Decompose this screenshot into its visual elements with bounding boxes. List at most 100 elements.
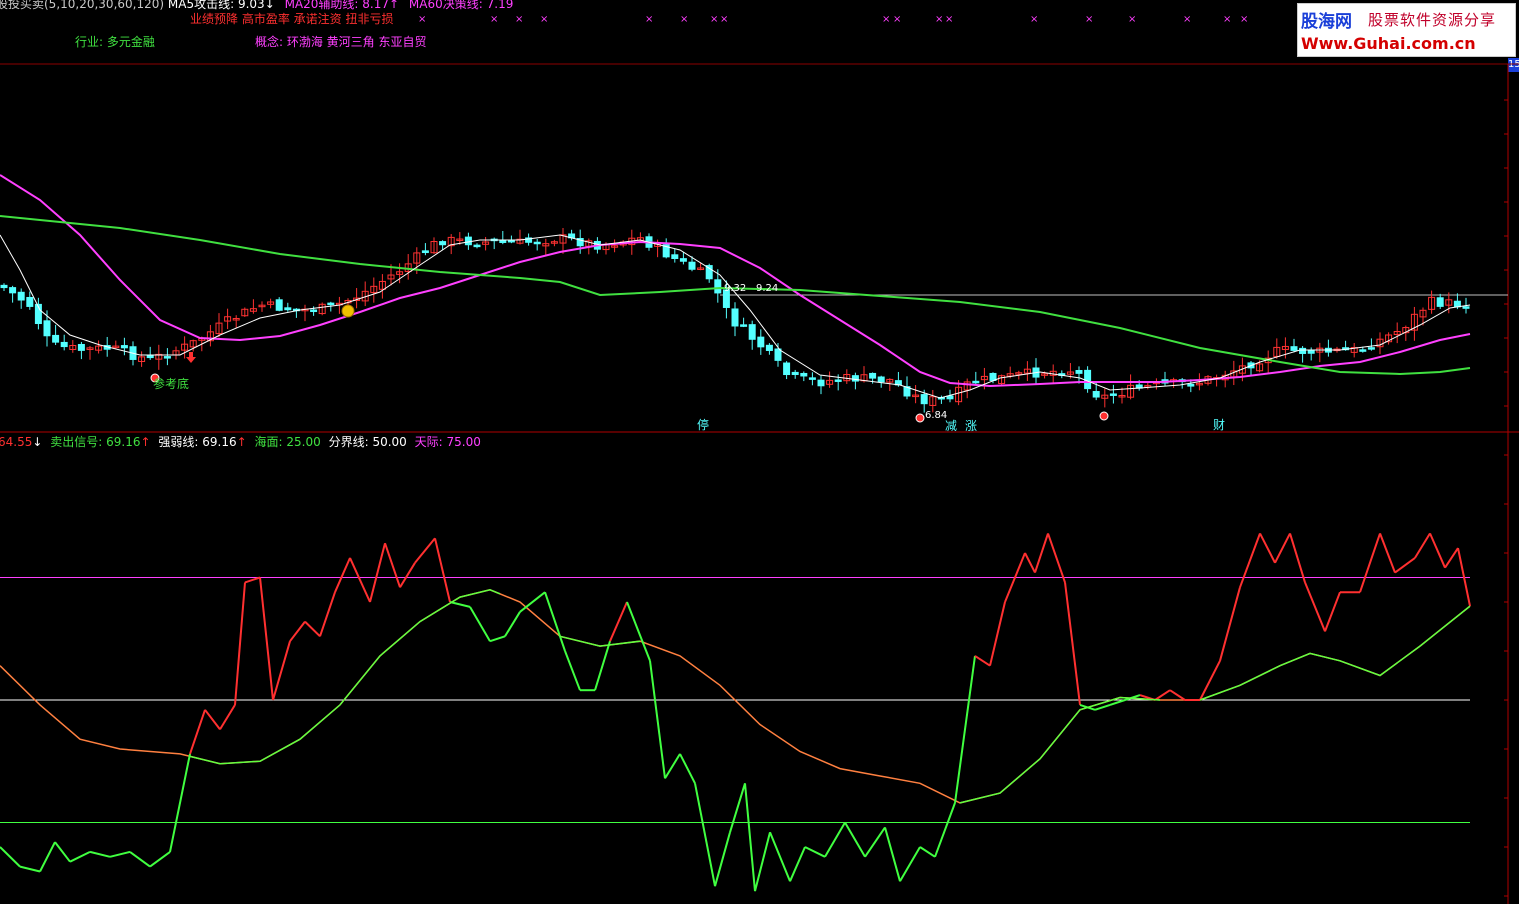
x-mark: ×: [882, 14, 890, 25]
sell-signal-segment: [564, 650, 581, 691]
candle-body: [817, 379, 825, 387]
sell-signal-segment: [664, 753, 681, 779]
sell-signal-segment: [919, 846, 936, 858]
sea-label: 海面:: [254, 435, 283, 449]
moving-averages: [0, 174, 1471, 423]
sell-signal-segment: [369, 542, 386, 603]
sell-signal-segment: [519, 591, 546, 613]
sell-signal-segment: [1034, 533, 1049, 573]
sell-signal-segment: [489, 635, 506, 643]
sell-signal-segment: [149, 851, 171, 868]
candle-body: [1367, 347, 1375, 350]
x-mark: ×: [710, 14, 718, 25]
candle-body: [1307, 349, 1315, 354]
candle-body: [791, 371, 799, 376]
strength-line-rising: [1199, 605, 1471, 701]
sell-signal-segment: [754, 832, 771, 892]
event-marker-suspend[interactable]: 停: [697, 418, 709, 432]
sell-signal-segment: [954, 655, 976, 804]
x-mark: ×: [418, 14, 426, 25]
candle-body: [765, 344, 773, 351]
sell-signal-value: 69.16: [106, 435, 141, 449]
candle-body: [60, 341, 68, 348]
sell-signal-segment: [649, 660, 666, 779]
x-mark: ×: [893, 14, 901, 25]
x-mark: ×: [680, 14, 688, 25]
candle-body: [851, 375, 859, 382]
strength-label: 强弱线:: [158, 435, 199, 449]
candle-body: [714, 279, 722, 294]
sell-signal-segment: [219, 704, 236, 730]
sell-signal-segment: [384, 542, 401, 588]
sell-signal-segment: [449, 601, 471, 608]
x-mark: ×: [1240, 14, 1248, 25]
sell-signal-segment: [304, 620, 321, 638]
strength-line-rising: [559, 635, 641, 647]
sell-signal-segment: [1239, 533, 1261, 588]
sell-signal-segment: [1154, 689, 1171, 701]
event-marker-reduce[interactable]: 减: [945, 419, 957, 433]
sell-signal-segment: [1359, 533, 1381, 593]
up-arrow-icon: ↑: [140, 435, 151, 449]
sell-signal-segment: [744, 783, 756, 892]
sell-signal-segment: [679, 753, 696, 784]
ma20-line: [0, 174, 1471, 388]
candle-body: [688, 261, 696, 270]
sell-signal-segment: [89, 850, 111, 858]
down-arrow-icon: ↓: [32, 435, 43, 449]
sell-signal-segment: [544, 591, 566, 652]
x-mark: ×: [935, 14, 943, 25]
sell-signal-segment: [69, 851, 91, 863]
x-mark: ×: [945, 14, 953, 25]
candle-body: [275, 299, 283, 311]
candle-body: [869, 372, 877, 379]
sell-signal-segment: [824, 821, 846, 858]
divider-value: 50.00: [372, 435, 407, 449]
candle-body: [421, 250, 429, 254]
candle-body: [284, 307, 292, 311]
event-marker-finance[interactable]: 财: [1213, 418, 1225, 432]
sell-signal-segment: [109, 850, 131, 858]
candle-body: [748, 324, 756, 340]
sell-signal-segment: [844, 821, 866, 858]
sell-signal-segment: [1064, 582, 1081, 706]
sell-signal-segment: [54, 841, 71, 863]
sell-signal-segment: [204, 709, 221, 731]
sell-signal-segment: [804, 846, 826, 858]
x-mark: ×: [540, 14, 548, 25]
row-markers: × × × × × × × × × × × × × × × × × ×: [418, 14, 1248, 25]
sell-signal-segment: [469, 606, 491, 642]
candle-body: [52, 334, 60, 343]
sea-value: 25.00: [286, 435, 321, 449]
candle-body: [146, 354, 154, 359]
candle-body: [757, 336, 765, 348]
smiley-icon: [341, 304, 355, 318]
candle-body: [972, 380, 980, 384]
candle-body: [783, 362, 791, 376]
sell-signal-segment: [434, 538, 451, 603]
sell-signal-segment: [626, 601, 651, 662]
event-marker-rise[interactable]: 涨: [965, 419, 977, 433]
sell-signal-segment: [1414, 532, 1431, 559]
sell-signal-segment: [1394, 557, 1416, 574]
chart-canvas[interactable]: × × × × × × × × × × × × × × × × × ×: [0, 0, 1519, 904]
sell-signal-segment: [1324, 591, 1341, 632]
strength-value: 69.16: [202, 435, 237, 449]
candle-body: [1075, 370, 1083, 374]
sell-signal-segment: [414, 537, 436, 564]
candle-body: [946, 395, 954, 400]
sell-signal-segment: [594, 640, 611, 691]
candle-body: [327, 302, 335, 306]
candle-body: [1290, 346, 1298, 351]
sell-signal-segment: [989, 601, 1006, 666]
candle-body: [533, 241, 541, 245]
sell-signal-segment: [234, 582, 246, 705]
sell-signal-segment: [769, 831, 791, 882]
indicator-first-value: 64.55: [0, 435, 33, 449]
sell-signal-segment: [259, 577, 274, 701]
candle-body: [808, 377, 816, 380]
sell-signal-segment: [1304, 582, 1326, 632]
sell-signal-segment: [504, 611, 521, 637]
sell-signal-segment: [272, 640, 291, 701]
candle-body: [1299, 347, 1307, 354]
